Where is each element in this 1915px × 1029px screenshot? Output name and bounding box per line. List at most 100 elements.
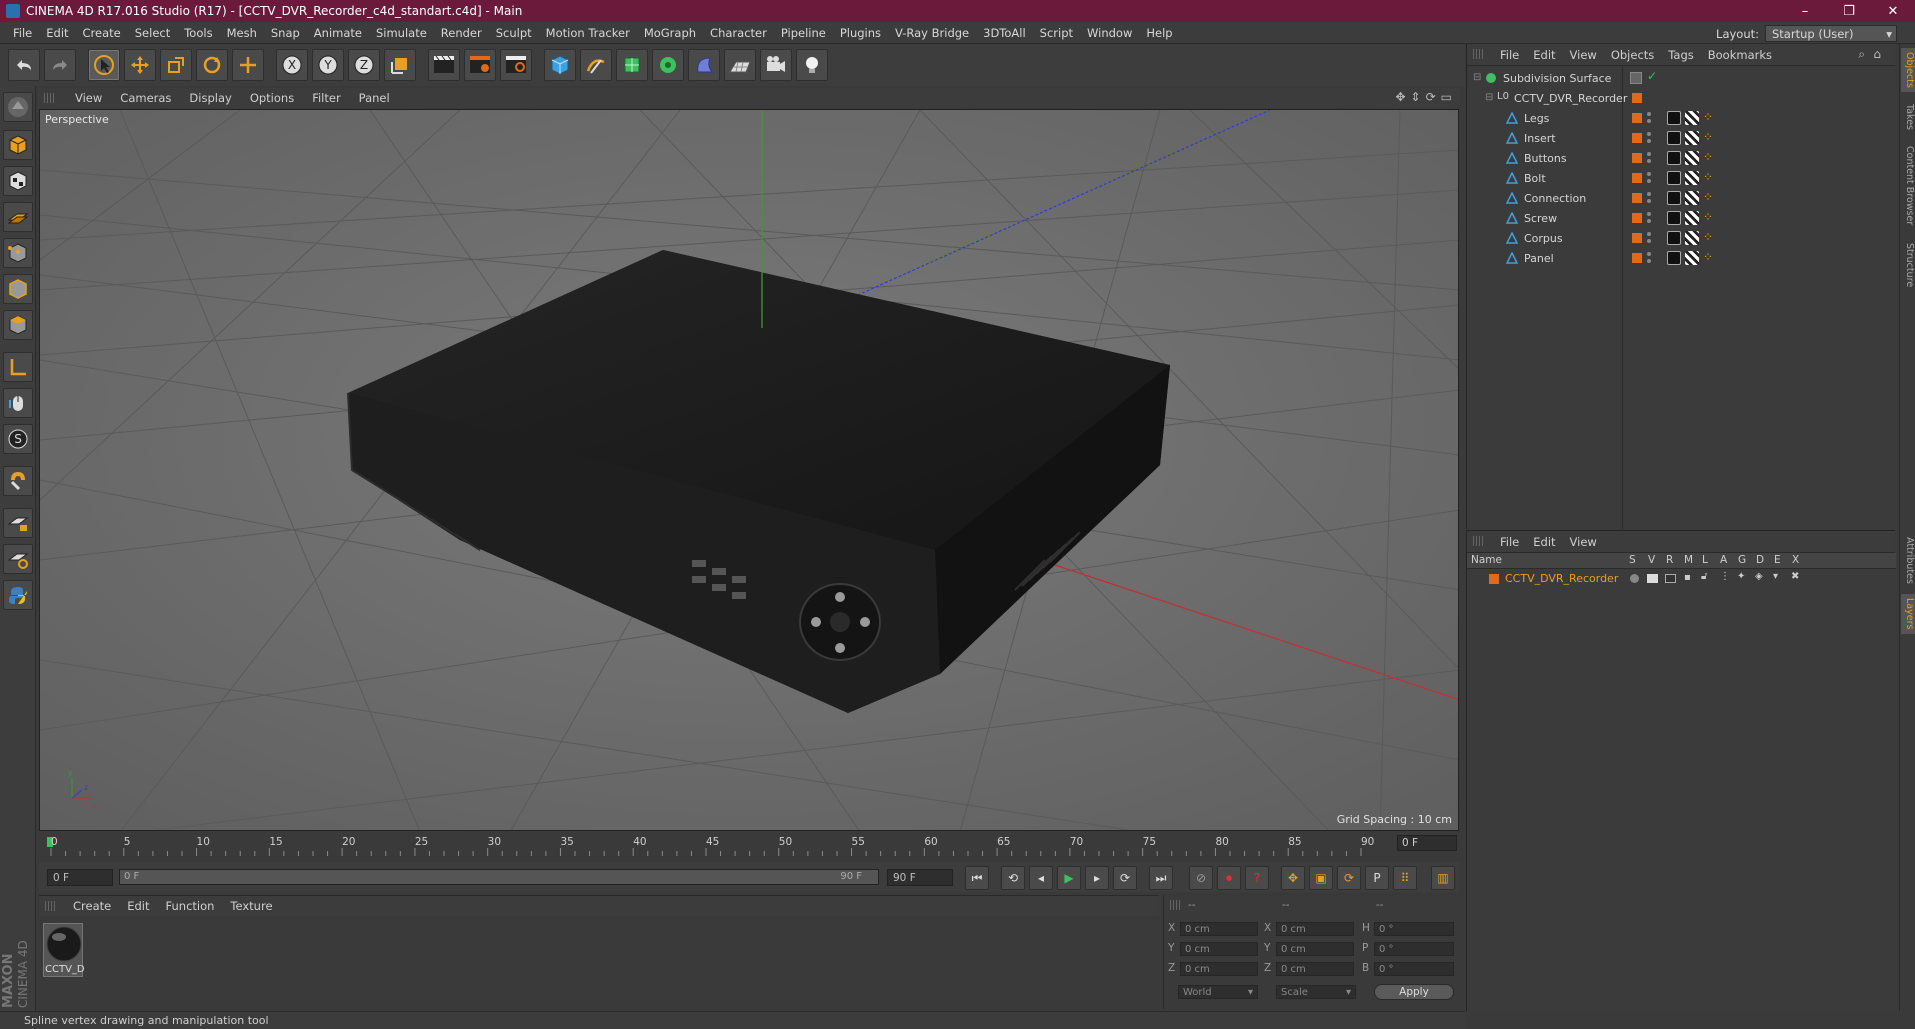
end-frame-field[interactable]: 90 F	[887, 869, 953, 886]
move-tool-button[interactable]	[124, 49, 156, 81]
rot-b-field[interactable]: 0 °	[1374, 962, 1454, 976]
deformer-icon[interactable]: ◈	[1755, 571, 1763, 582]
editor-visibility-dot[interactable]	[1647, 152, 1651, 156]
render-visibility-dot[interactable]	[1647, 199, 1651, 203]
phong-tag-icon[interactable]	[1667, 231, 1681, 245]
phong-tag-icon[interactable]	[1667, 211, 1681, 225]
points-mode-button[interactable]	[3, 238, 33, 268]
menu-snap[interactable]: Snap	[264, 26, 307, 40]
go-to-end-button[interactable]: ⏭	[1149, 866, 1173, 890]
material-tag-icon[interactable]: ⁘	[1703, 250, 1713, 264]
layer-menu-view[interactable]: View	[1563, 535, 1604, 549]
polygons-mode-button[interactable]	[3, 310, 33, 340]
material-tag-icon[interactable]: ⁘	[1703, 190, 1713, 204]
uvw-tag-icon[interactable]	[1685, 131, 1699, 145]
locked-workplane-button[interactable]	[3, 508, 33, 538]
deformer-button[interactable]	[688, 49, 720, 81]
viewport-menu-display[interactable]: Display	[180, 91, 240, 105]
object-menu-tags[interactable]: Tags	[1661, 48, 1700, 62]
live-selection-button[interactable]	[88, 49, 120, 81]
undo-button[interactable]	[8, 49, 40, 81]
editor-visibility-dot[interactable]	[1647, 252, 1651, 256]
editor-visibility-dot[interactable]	[1647, 112, 1651, 116]
uvw-tag-icon[interactable]	[1685, 111, 1699, 125]
key-pla-button[interactable]: ⠿	[1393, 866, 1417, 890]
toggle-view-icon[interactable]: ▭	[1441, 90, 1452, 104]
tab-takes[interactable]: Takes	[1901, 100, 1915, 134]
edges-mode-button[interactable]	[3, 274, 33, 304]
transform-tool-button[interactable]	[232, 49, 264, 81]
layer-swatch-icon[interactable]	[1630, 72, 1642, 84]
texture-mode-button[interactable]	[3, 166, 33, 196]
tab-objects[interactable]: Objects	[1901, 48, 1915, 92]
uvw-tag-icon[interactable]	[1685, 191, 1699, 205]
light-button[interactable]	[796, 49, 828, 81]
timeline-scale[interactable]: 0 5 10 15 20 25 30 35 40 45 50 55 60 65 70 75 80 85 90	[47, 834, 1377, 856]
layer-color-icon[interactable]	[1632, 193, 1642, 203]
layer-color-icon[interactable]	[1632, 93, 1642, 103]
play-button[interactable]: ▶	[1057, 866, 1081, 890]
generator-icon[interactable]: ✦	[1737, 571, 1745, 582]
solo-mode-button[interactable]: S	[3, 424, 33, 454]
uvw-tag-icon[interactable]	[1685, 151, 1699, 165]
expression-icon[interactable]: ▾	[1773, 571, 1778, 582]
menu-sculpt[interactable]: Sculpt	[489, 26, 539, 40]
record-keys-button[interactable]: ⏺	[1217, 866, 1241, 890]
material-menu-function[interactable]: Function	[158, 899, 223, 913]
editor-visibility-dot[interactable]	[1647, 212, 1651, 216]
next-key-button[interactable]: ⟳	[1113, 866, 1137, 890]
next-frame-button[interactable]: ▸	[1085, 866, 1109, 890]
object-row-child[interactable]: Panel ⁘	[1467, 248, 1896, 268]
menu-script[interactable]: Script	[1033, 26, 1080, 40]
cloner-button[interactable]	[652, 49, 684, 81]
visible-icon[interactable]	[1647, 574, 1658, 583]
x-axis-lock-button[interactable]: X	[276, 49, 308, 81]
model-mode-button[interactable]	[3, 130, 33, 160]
render-picture-viewer-button[interactable]	[464, 49, 496, 81]
material-menu-edit[interactable]: Edit	[119, 899, 157, 913]
menu-character[interactable]: Character	[703, 26, 774, 40]
phong-tag-icon[interactable]	[1667, 191, 1681, 205]
menu-help[interactable]: Help	[1139, 26, 1179, 40]
redo-button[interactable]	[44, 49, 76, 81]
rotate-view-icon[interactable]: ⟳	[1426, 90, 1436, 104]
subdivision-surface-button[interactable]	[616, 49, 648, 81]
menu-edit[interactable]: Edit	[39, 26, 75, 40]
phong-tag-icon[interactable]	[1667, 151, 1681, 165]
pos-y-field[interactable]: 0 cm	[1180, 942, 1258, 956]
layer-color-icon[interactable]	[1489, 574, 1499, 584]
render-visibility-dot[interactable]	[1647, 219, 1651, 223]
layer-color-icon[interactable]	[1632, 173, 1642, 183]
preview-range-slider[interactable]: 0 F 90 F	[119, 869, 879, 885]
menu-pipeline[interactable]: Pipeline	[774, 26, 833, 40]
xref-icon[interactable]: ✖	[1791, 571, 1799, 582]
viewport-menu-panel[interactable]: Panel	[350, 91, 399, 105]
object-row-child[interactable]: Insert ⁘	[1467, 128, 1896, 148]
key-rotation-button[interactable]: ⟳	[1337, 866, 1361, 890]
menu-3dtoall[interactable]: 3DToAll	[976, 26, 1033, 40]
layer-color-icon[interactable]	[1632, 213, 1642, 223]
tab-structure[interactable]: Structure	[1901, 240, 1915, 290]
menu-file[interactable]: File	[6, 26, 39, 40]
spline-pen-button[interactable]	[580, 49, 612, 81]
timeline-ruler[interactable]: 0 5 10 15 20 25 30 35 40 45 50 55 60 65 70 75 80 85 90 0 F	[39, 832, 1459, 858]
object-menu-bookmarks[interactable]: Bookmarks	[1701, 48, 1779, 62]
menu-tools[interactable]: Tools	[177, 26, 219, 40]
layer-menu-file[interactable]: File	[1493, 535, 1526, 549]
panel-grip-icon[interactable]	[1473, 49, 1485, 59]
viewport-menu-cameras[interactable]: Cameras	[111, 91, 180, 105]
panel-grip-icon[interactable]	[1473, 536, 1485, 546]
uvw-tag-icon[interactable]	[1685, 231, 1699, 245]
object-row-cctv-dvr-recorder[interactable]: ⊟ L0 CCTV_DVR_Recorder	[1467, 88, 1896, 108]
tab-attributes[interactable]: Attributes	[1901, 532, 1915, 588]
panel-grip-icon[interactable]	[45, 901, 57, 911]
size-mode-dropdown[interactable]: Scale ▾	[1276, 985, 1356, 999]
solo-icon[interactable]	[1630, 574, 1639, 583]
layer-color-icon[interactable]	[1632, 233, 1642, 243]
layer-menu-edit[interactable]: Edit	[1526, 535, 1562, 549]
render-visibility-dot[interactable]	[1647, 139, 1651, 143]
tab-content-browser[interactable]: Content Browser	[1901, 142, 1915, 230]
menu-mesh[interactable]: Mesh	[220, 26, 264, 40]
object-row-child[interactable]: Corpus ⁘	[1467, 228, 1896, 248]
menu-window[interactable]: Window	[1080, 26, 1139, 40]
